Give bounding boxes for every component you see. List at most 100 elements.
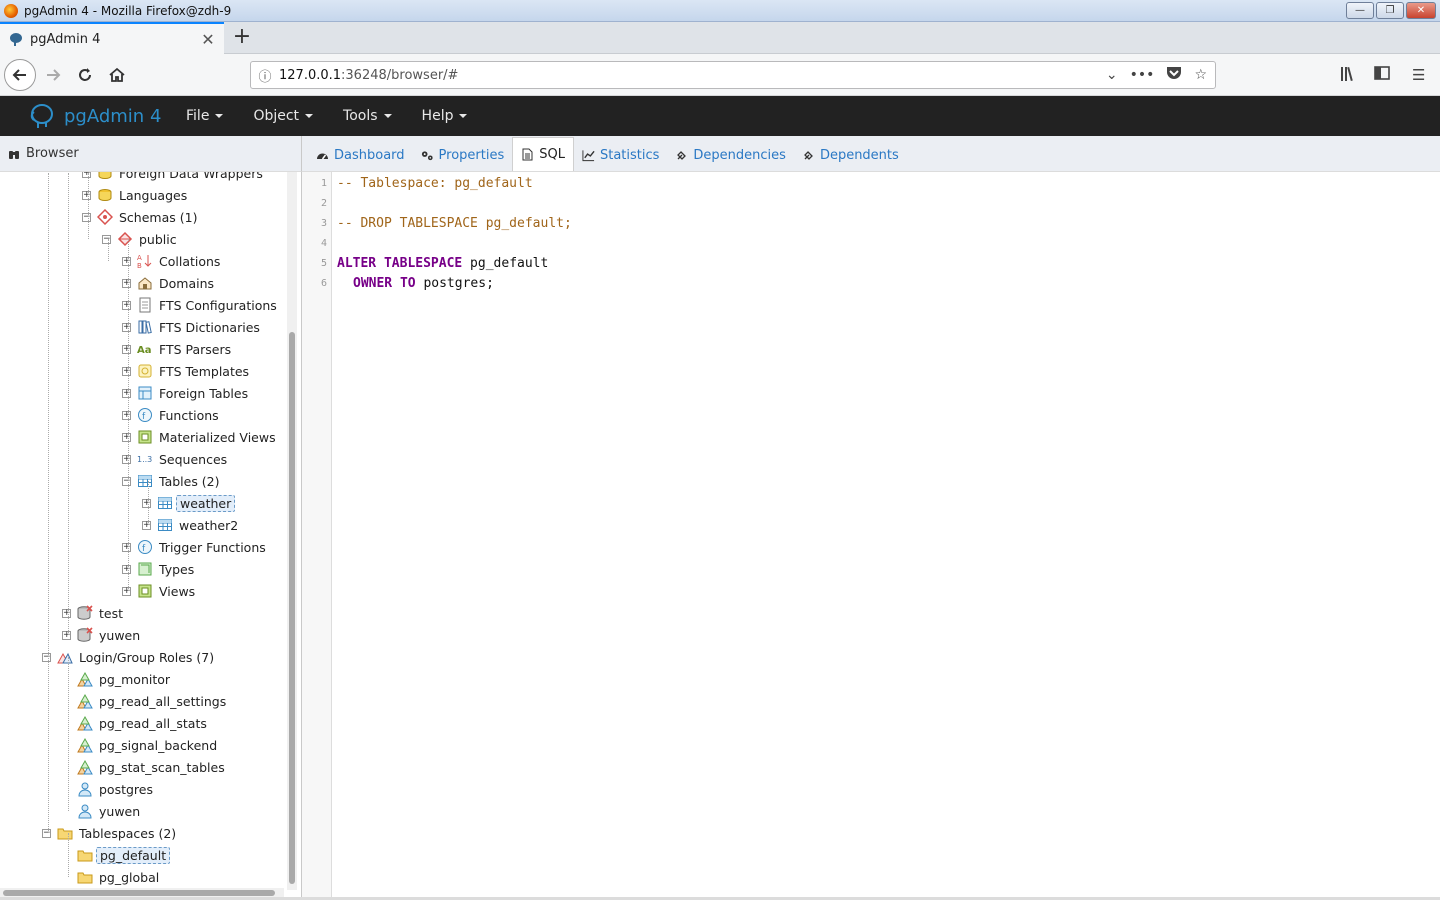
back-button[interactable] xyxy=(4,59,36,91)
reload-button[interactable] xyxy=(70,60,100,90)
library-icon[interactable] xyxy=(1340,66,1358,82)
tab-dependencies[interactable]: Dependencies xyxy=(667,139,794,171)
site-info-icon[interactable]: ⓘ xyxy=(251,66,279,85)
tree-node[interactable]: postgres xyxy=(62,778,156,800)
collapse-icon[interactable]: − xyxy=(82,212,91,222)
restore-button[interactable]: ❐ xyxy=(1376,2,1404,19)
bookmark-star-icon[interactable]: ☆ xyxy=(1194,67,1207,83)
tree-node[interactable]: + Domains xyxy=(122,272,217,294)
page-actions-icon[interactable]: ••• xyxy=(1130,67,1155,83)
tree-node[interactable]: − Schemas (1) xyxy=(82,206,200,228)
expand-icon[interactable]: + xyxy=(122,542,131,552)
expand-icon[interactable]: + xyxy=(122,256,131,266)
group-role-icon xyxy=(77,759,93,775)
tree-node[interactable]: pg_default xyxy=(62,844,171,866)
expand-icon[interactable]: + xyxy=(122,432,131,442)
tree-node[interactable]: + Languages xyxy=(82,184,190,206)
view-icon xyxy=(137,583,153,599)
tree-node[interactable]: − Tablespaces (2) xyxy=(42,822,179,844)
sidebar-icon[interactable] xyxy=(1374,66,1390,80)
tab-label: Dependents xyxy=(819,147,899,163)
pocket-icon[interactable] xyxy=(1166,66,1182,84)
menu-help[interactable]: Help xyxy=(422,108,468,124)
scrollbar-thumb[interactable] xyxy=(289,332,295,884)
browser-tab[interactable]: pgAdmin 4 ✕ xyxy=(0,22,224,54)
tree-node[interactable]: pg_monitor xyxy=(62,668,173,690)
collapse-icon[interactable]: − xyxy=(42,652,51,662)
expand-icon[interactable]: + xyxy=(82,190,91,200)
menu-file[interactable]: File xyxy=(186,108,224,124)
tree-node[interactable]: + Materialized Views xyxy=(122,426,279,448)
chevron-down-icon[interactable]: ⌄ xyxy=(1106,67,1118,83)
expand-icon[interactable]: + xyxy=(122,586,131,596)
collapse-icon[interactable]: − xyxy=(102,234,111,244)
tree-node[interactable]: pg_read_all_stats xyxy=(62,712,210,734)
tree-node[interactable]: + FTS Configurations xyxy=(122,294,280,316)
tree-node[interactable]: + FTS Templates xyxy=(122,360,252,382)
tree-node[interactable]: pg_global xyxy=(62,866,162,888)
sql-editor[interactable]: 1 2 3 4 5 6 -- Tablespace: pg_default --… xyxy=(302,172,1440,900)
expand-icon[interactable]: + xyxy=(122,300,131,310)
menu-tools[interactable]: Tools xyxy=(343,108,392,124)
tree-node[interactable]: + yuwen xyxy=(62,624,143,646)
expand-icon[interactable]: + xyxy=(122,322,131,332)
expand-icon[interactable]: + xyxy=(122,278,131,288)
tree-node[interactable]: − public xyxy=(102,228,180,250)
tab-sql[interactable]: SQL xyxy=(512,137,574,171)
forward-button[interactable] xyxy=(38,60,68,90)
close-window-button[interactable]: ✕ xyxy=(1406,2,1436,19)
tree-vertical-scrollbar[interactable] xyxy=(287,172,297,890)
sql-line-5: ALTER TABLESPACE pg_default xyxy=(337,256,548,271)
minimize-button[interactable]: — xyxy=(1346,2,1374,19)
tree-node[interactable]: + weather2 xyxy=(142,514,241,536)
tree-node[interactable]: + test xyxy=(62,602,126,624)
tree-node[interactable]: + FTS Dictionaries xyxy=(122,316,263,338)
scrollbar-thumb[interactable] xyxy=(3,890,275,896)
collapse-icon[interactable]: − xyxy=(122,476,131,486)
tree-node[interactable]: + weather xyxy=(142,492,236,514)
dashboard-icon xyxy=(316,149,329,162)
tree-node[interactable]: + Foreign Tables xyxy=(122,382,251,404)
tree-node[interactable]: + Types xyxy=(122,558,197,580)
tree-node[interactable]: +1..3 Sequences xyxy=(122,448,230,470)
tree-node[interactable]: + Foreign Data Wrappers xyxy=(82,172,266,184)
table-icon xyxy=(157,495,173,511)
tree-node[interactable]: + f Trigger Functions xyxy=(122,536,269,558)
expand-icon[interactable]: + xyxy=(82,172,91,178)
new-tab-button[interactable]: + xyxy=(230,26,254,50)
expand-icon[interactable]: + xyxy=(142,520,151,530)
tree-node[interactable]: + Aa FTS Parsers xyxy=(122,338,234,360)
expand-icon[interactable]: + xyxy=(122,388,131,398)
tree-node[interactable]: yuwen xyxy=(62,800,143,822)
tree-node[interactable]: pg_signal_backend xyxy=(62,734,220,756)
tree-node[interactable]: + f Functions xyxy=(122,404,222,426)
tree-node[interactable]: + A B Collations xyxy=(122,250,223,272)
expand-icon[interactable]: + xyxy=(122,366,131,376)
pgadmin-navbar: pgAdmin 4 File Object Tools Help xyxy=(0,96,1440,136)
menu-object[interactable]: Object xyxy=(253,108,314,124)
tab-dependents[interactable]: Dependents xyxy=(794,139,907,171)
navigation-toolbar: ⓘ 127.0.0.1:36248/browser/# ⌄ ••• ☆ ☰ xyxy=(0,54,1440,96)
pgadmin-brand[interactable]: pgAdmin 4 xyxy=(28,102,186,130)
browser-panel-title: Browser xyxy=(26,146,79,161)
expand-icon[interactable]: + xyxy=(122,564,131,574)
address-bar[interactable]: ⓘ 127.0.0.1:36248/browser/# ⌄ ••• ☆ xyxy=(250,61,1216,89)
tree-node[interactable]: + Views xyxy=(122,580,198,602)
expand-icon[interactable]: + xyxy=(122,344,131,354)
close-tab-icon[interactable]: ✕ xyxy=(198,30,218,49)
tree-node[interactable]: − Tables (2) xyxy=(122,470,223,492)
home-button[interactable] xyxy=(102,60,132,90)
expand-icon[interactable]: + xyxy=(142,498,151,508)
collapse-icon[interactable]: − xyxy=(42,828,51,838)
hamburger-menu-icon[interactable]: ☰ xyxy=(1412,66,1425,84)
tab-dashboard[interactable]: Dashboard xyxy=(308,139,413,171)
tree-node[interactable]: pg_read_all_settings xyxy=(62,690,229,712)
expand-icon[interactable]: + xyxy=(122,454,131,464)
browser-panel-header[interactable]: Browser xyxy=(0,136,302,172)
tab-statistics[interactable]: Statistics xyxy=(574,139,667,171)
expand-icon[interactable]: + xyxy=(62,608,71,618)
tab-properties[interactable]: Properties xyxy=(413,139,513,171)
expand-icon[interactable]: + xyxy=(62,630,71,640)
tree-node[interactable]: pg_stat_scan_tables xyxy=(62,756,228,778)
expand-icon[interactable]: + xyxy=(122,410,131,420)
